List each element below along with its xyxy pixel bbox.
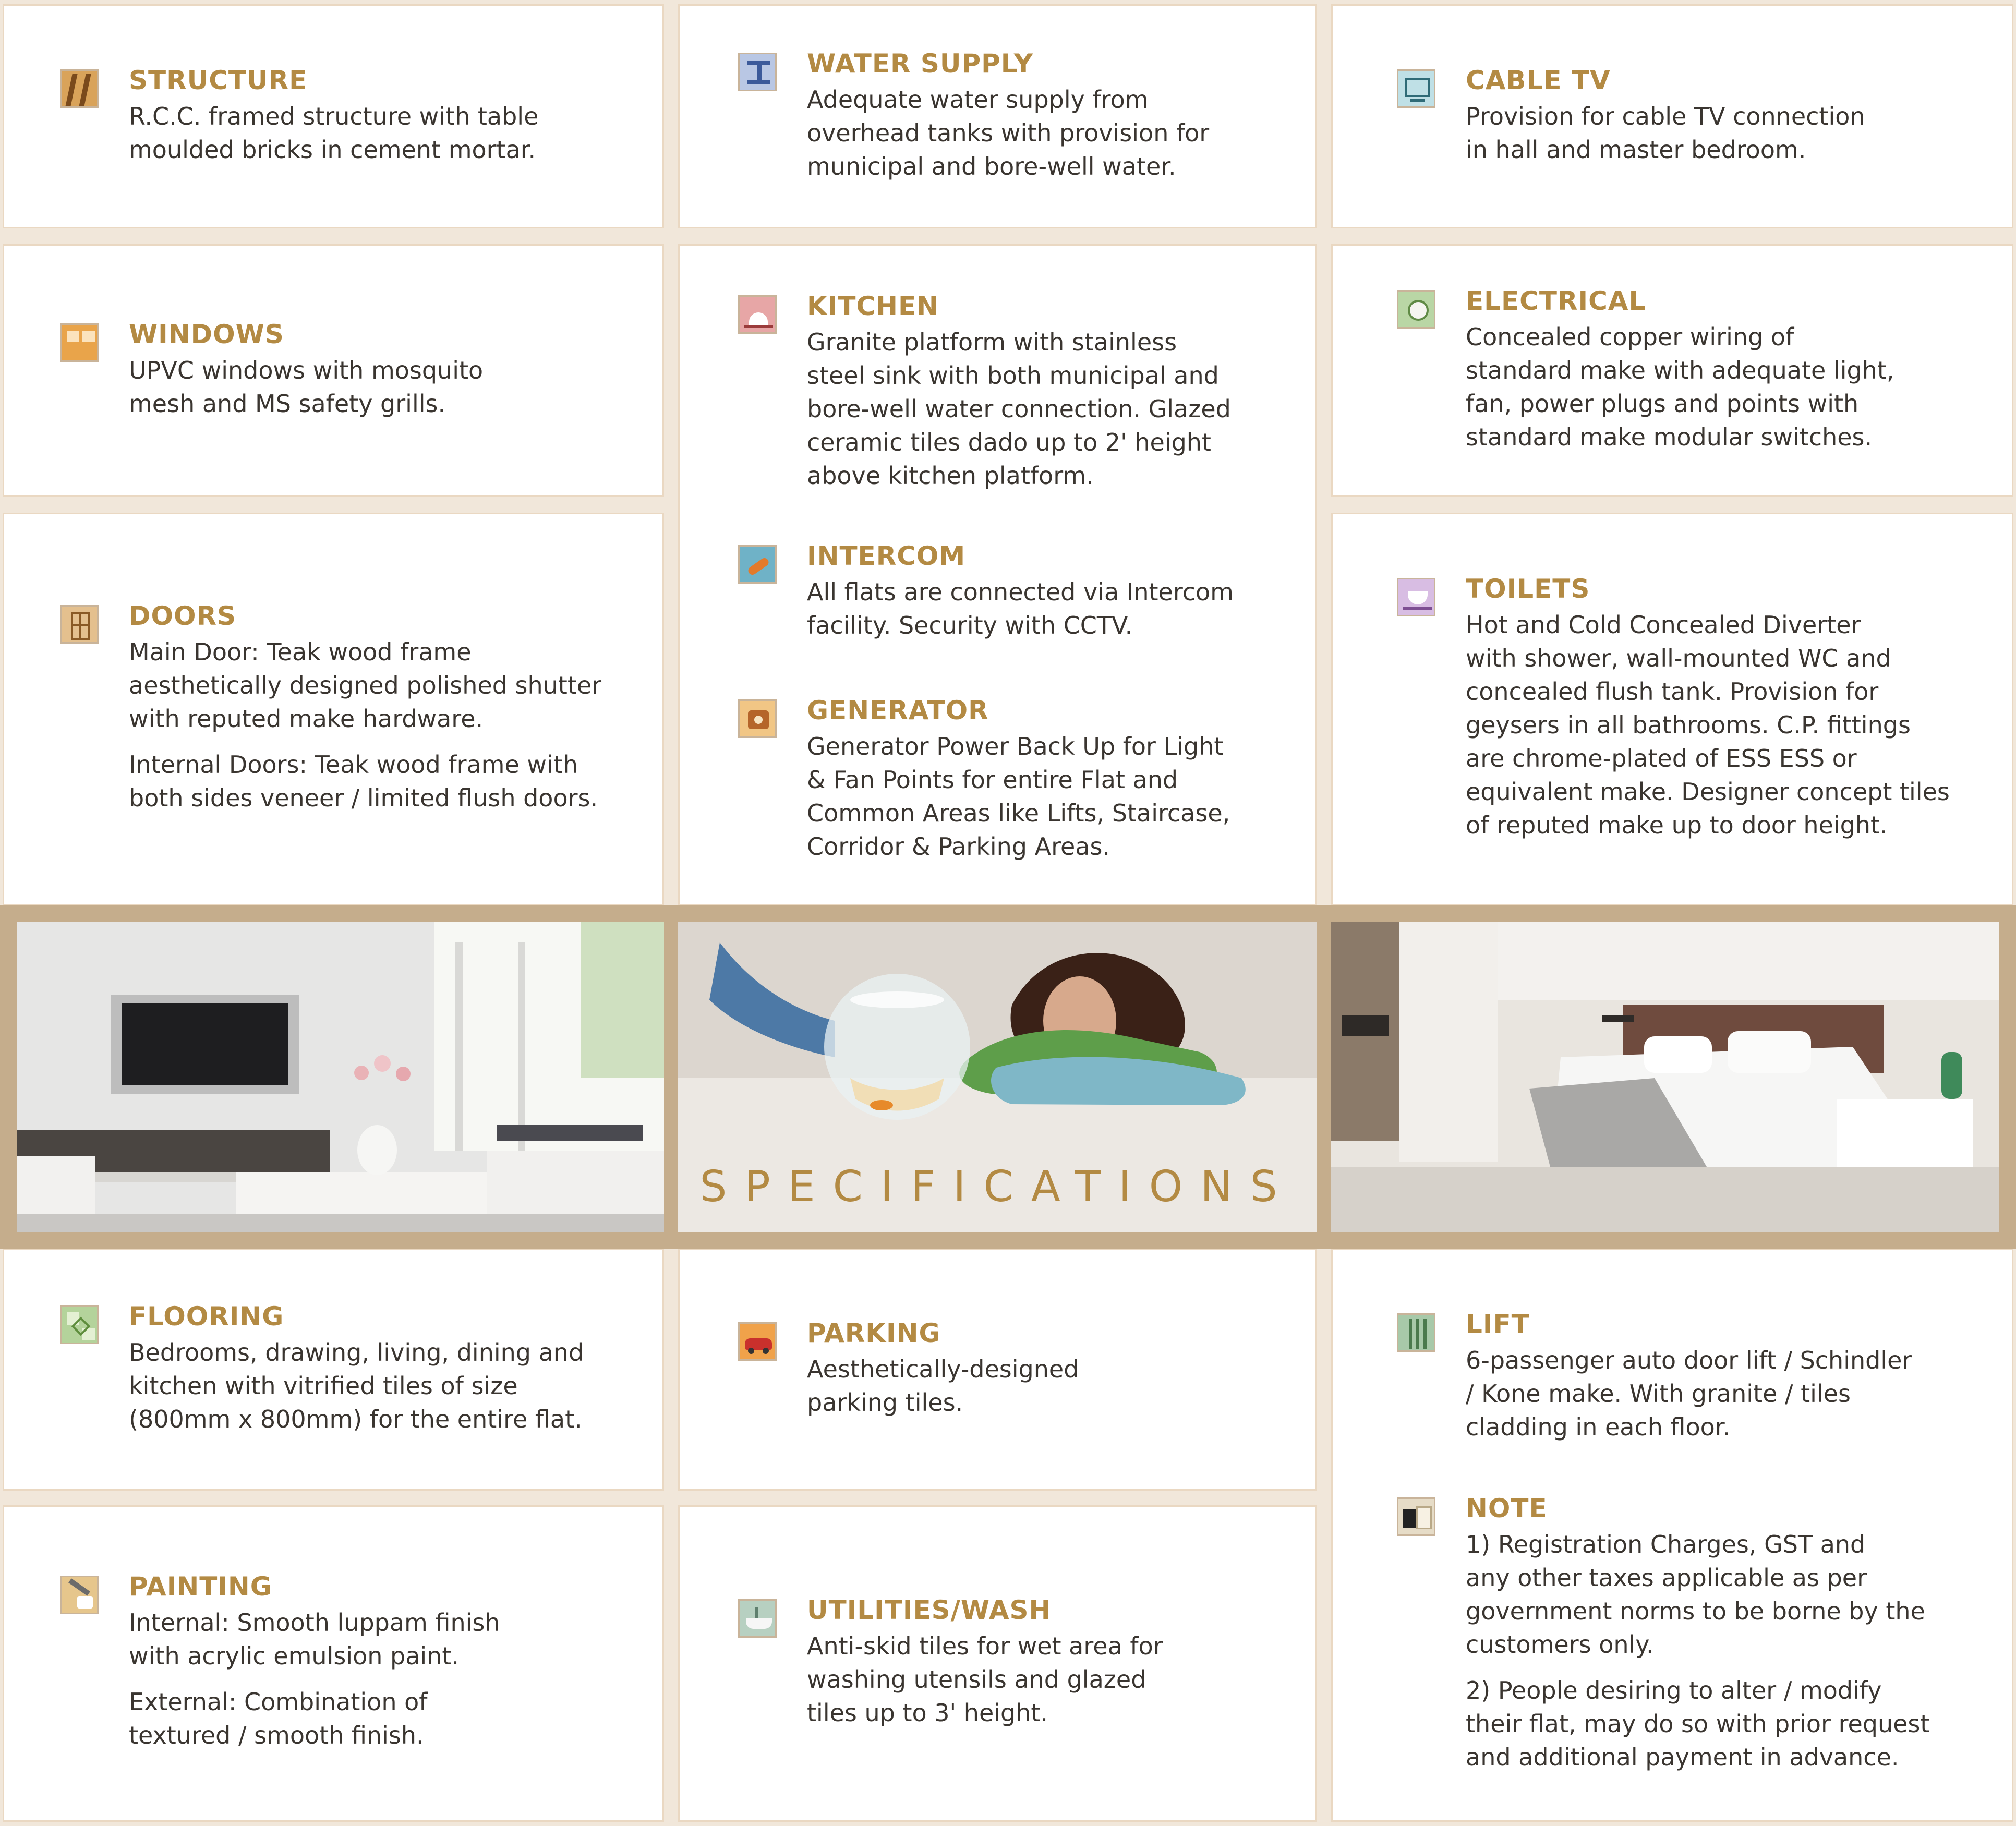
spec-title: INTERCOM	[807, 541, 966, 571]
spec-text: Generator Power Back Up for Light & Fan …	[807, 732, 1230, 861]
spec-text: 6-passenger auto door lift / Schindler /…	[1466, 1346, 1912, 1441]
tv-icon	[1397, 69, 1435, 108]
spec-title: TOILETS	[1466, 574, 1590, 604]
specifications-photo: SPECIFICATIONS	[678, 922, 1317, 1232]
spec-title: STRUCTURE	[129, 65, 308, 95]
spec-title: UTILITIES/WASH	[807, 1595, 1052, 1625]
spec-text: Adequate water supply from overhead tank…	[807, 86, 1210, 180]
spec-toilets: TOILETS Hot and Cold Concealed Diverter …	[1397, 574, 2003, 842]
spec-painting: PAINTING Internal: Smooth luppam finish …	[60, 1571, 656, 1752]
living-room-photo	[17, 922, 664, 1232]
living-room-illustration	[17, 922, 664, 1232]
painting-icon	[60, 1576, 99, 1614]
spec-text: All flats are connected via Intercom fac…	[807, 578, 1234, 639]
parking-icon	[738, 1322, 777, 1361]
utilities-icon	[738, 1599, 777, 1638]
lift-icon	[1397, 1313, 1435, 1352]
specifications-title: SPECIFICATIONS	[699, 1162, 1295, 1212]
spec-text: R.C.C. framed structure with table mould…	[129, 102, 539, 164]
spec-text: External: Combination of textured / smoo…	[129, 1688, 428, 1749]
spec-water-supply: WATER SUPPLY Adequate water supply from …	[738, 49, 1302, 183]
spec-text: Hot and Cold Concealed Diverter with sho…	[1466, 611, 1950, 839]
spec-note: NOTE 1) Registration Charges, GST and an…	[1397, 1493, 2003, 1774]
spec-intercom: INTERCOM All flats are connected via Int…	[738, 541, 1308, 642]
spec-text: Concealed copper wiring of standard make…	[1466, 323, 1894, 451]
spec-text: Bedrooms, drawing, living, dining and ki…	[129, 1338, 584, 1433]
spec-text: Anti-skid tiles for wet area for washing…	[807, 1632, 1163, 1727]
spec-title: NOTE	[1466, 1493, 1548, 1523]
flooring-icon	[60, 1305, 99, 1344]
spec-windows: WINDOWS UPVC windows with mosquito mesh …	[60, 319, 650, 420]
spec-title: LIFT	[1466, 1309, 1530, 1339]
spec-text: Provision for cable TV connection in hal…	[1466, 102, 1865, 164]
spec-title: CABLE TV	[1466, 65, 1611, 95]
electrical-icon	[1397, 290, 1435, 329]
note-icon	[1397, 1497, 1435, 1536]
water-supply-icon	[738, 53, 777, 91]
spec-parking: PARKING Aesthetically-designed parking t…	[738, 1318, 1308, 1419]
spec-text: 1) Registration Charges, GST and any oth…	[1466, 1530, 1925, 1659]
spec-title: ELECTRICAL	[1466, 286, 1646, 316]
spec-text: 2) People desiring to alter / modify the…	[1466, 1676, 1930, 1771]
spec-title: PARKING	[807, 1318, 941, 1348]
spec-electrical: ELECTRICAL Concealed copper wiring of st…	[1397, 286, 1998, 454]
structure-icon	[60, 69, 99, 108]
spec-title: PAINTING	[129, 1571, 272, 1602]
spec-text: Internal Doors: Teak wood frame with bot…	[129, 751, 598, 812]
spec-doors: DOORS Main Door: Teak wood frame aesthet…	[60, 601, 656, 815]
bedroom-illustration	[1331, 922, 1999, 1232]
spec-cable-tv: CABLE TV Provision for cable TV connecti…	[1397, 65, 1998, 166]
kitchen-icon	[738, 295, 777, 334]
spec-generator: GENERATOR Generator Power Back Up for Li…	[738, 695, 1308, 863]
spec-text: Granite platform with stainless steel si…	[807, 328, 1231, 490]
spec-flooring: FLOORING Bedrooms, drawing, living, dini…	[60, 1301, 656, 1436]
door-icon	[60, 605, 99, 644]
intercom-icon	[738, 545, 777, 584]
spec-title: WATER SUPPLY	[807, 49, 1034, 79]
window-icon	[60, 323, 99, 362]
spec-title: FLOORING	[129, 1301, 284, 1332]
bedroom-photo	[1331, 922, 1999, 1232]
spec-text: Main Door: Teak wood frame aesthetically…	[129, 638, 602, 733]
spec-kitchen: KITCHEN Granite platform with stainless …	[738, 291, 1308, 492]
spec-title: WINDOWS	[129, 319, 284, 349]
spec-text: Aesthetically-designed parking tiles.	[807, 1355, 1079, 1417]
spec-title: DOORS	[129, 601, 237, 631]
spec-text: Internal: Smooth luppam finish with acry…	[129, 1609, 500, 1670]
spec-lift: LIFT 6-passenger auto door lift / Schind…	[1397, 1309, 2003, 1444]
spec-title: GENERATOR	[807, 695, 989, 725]
spec-structure: STRUCTURE R.C.C. framed structure with t…	[60, 65, 650, 166]
generator-icon	[738, 699, 777, 738]
spec-text: UPVC windows with mosquito mesh and MS s…	[129, 356, 484, 418]
spec-title: KITCHEN	[807, 291, 939, 321]
spec-utilities: UTILITIES/WASH Anti-skid tiles for wet a…	[738, 1595, 1308, 1730]
toilet-icon	[1397, 578, 1435, 616]
